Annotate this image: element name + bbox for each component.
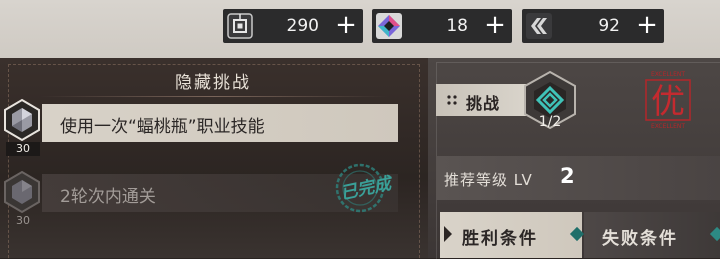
recommended-level: 推荐等级 LV 2 (436, 156, 720, 200)
tab-victory-label: 胜利条件 (462, 229, 538, 249)
challenge-progress: 1/2 (538, 114, 562, 130)
add-chevron-button[interactable]: + (630, 9, 664, 43)
svg-text:EXCELLENT: EXCELLENT (651, 123, 685, 130)
task-label: 2轮次内通关 (60, 187, 156, 207)
challenge-label: 挑战 (466, 94, 501, 113)
chevron-stack-icon (525, 12, 553, 40)
task-label: 使用一次“蝠桃瓶”职业技能 (60, 117, 265, 137)
add-chip-button[interactable]: + (329, 9, 363, 43)
crystal-count: 18 (446, 16, 468, 36)
selected-arrow-icon (444, 226, 452, 242)
svg-text:已完成: 已完成 (339, 173, 394, 204)
recommended-level-value: 2 (560, 164, 575, 188)
recommended-level-label: 推荐等级 LV (444, 171, 533, 189)
task-reward[interactable]: 30 (2, 170, 42, 228)
chip-count: 290 (286, 16, 319, 36)
currency-crystal: 18 + (372, 9, 512, 43)
prism-crystal-icon (375, 12, 403, 40)
reward-count: 30 (16, 214, 30, 227)
dots-decoration-icon (446, 93, 458, 107)
tab-defeat-conditions[interactable]: 失败条件 (584, 212, 720, 258)
currency-chip: 290 + (223, 9, 363, 43)
currency-chevron: 92 + (522, 9, 664, 43)
reward-count: 30 (6, 142, 40, 156)
crystal-reward-icon (2, 98, 42, 142)
task-reward[interactable]: 30 (2, 98, 42, 156)
chevron-count: 92 (598, 16, 620, 36)
add-crystal-button[interactable]: + (478, 9, 512, 43)
crystal-reward-icon (2, 170, 42, 214)
completed-stamp: 已完成 (330, 160, 396, 216)
title-divider (40, 96, 388, 97)
rank-excellent-badge: EXCELLENT 优 EXCELLENT (640, 66, 696, 132)
svg-text:EXCELLENT: EXCELLENT (651, 71, 685, 78)
challenge-label-tab: 挑战 (436, 84, 526, 116)
tab-victory-conditions[interactable]: 胜利条件 (440, 212, 582, 258)
circuit-chip-icon (226, 12, 254, 40)
tab-defeat-label: 失败条件 (602, 229, 678, 249)
hidden-challenge-title: 隐藏挑战 (175, 73, 251, 93)
svg-text:优: 优 (651, 82, 685, 122)
